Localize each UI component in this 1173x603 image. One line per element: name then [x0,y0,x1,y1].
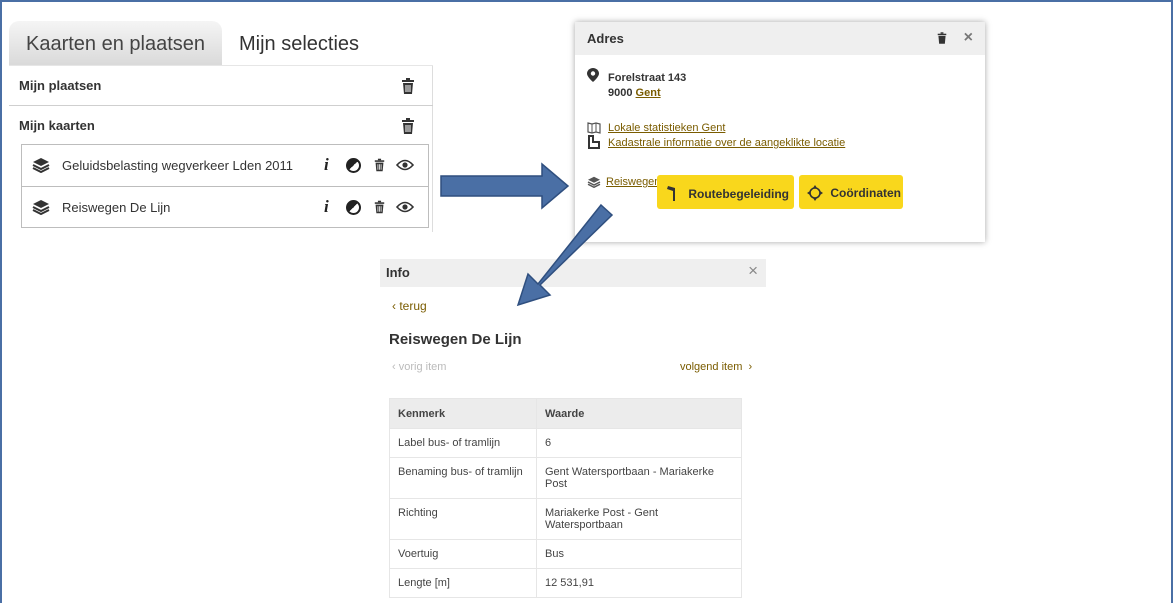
annotation-arrows [440,162,614,307]
arrow-right-annotation [440,162,570,210]
arrow-down-left-annotation [516,203,614,307]
